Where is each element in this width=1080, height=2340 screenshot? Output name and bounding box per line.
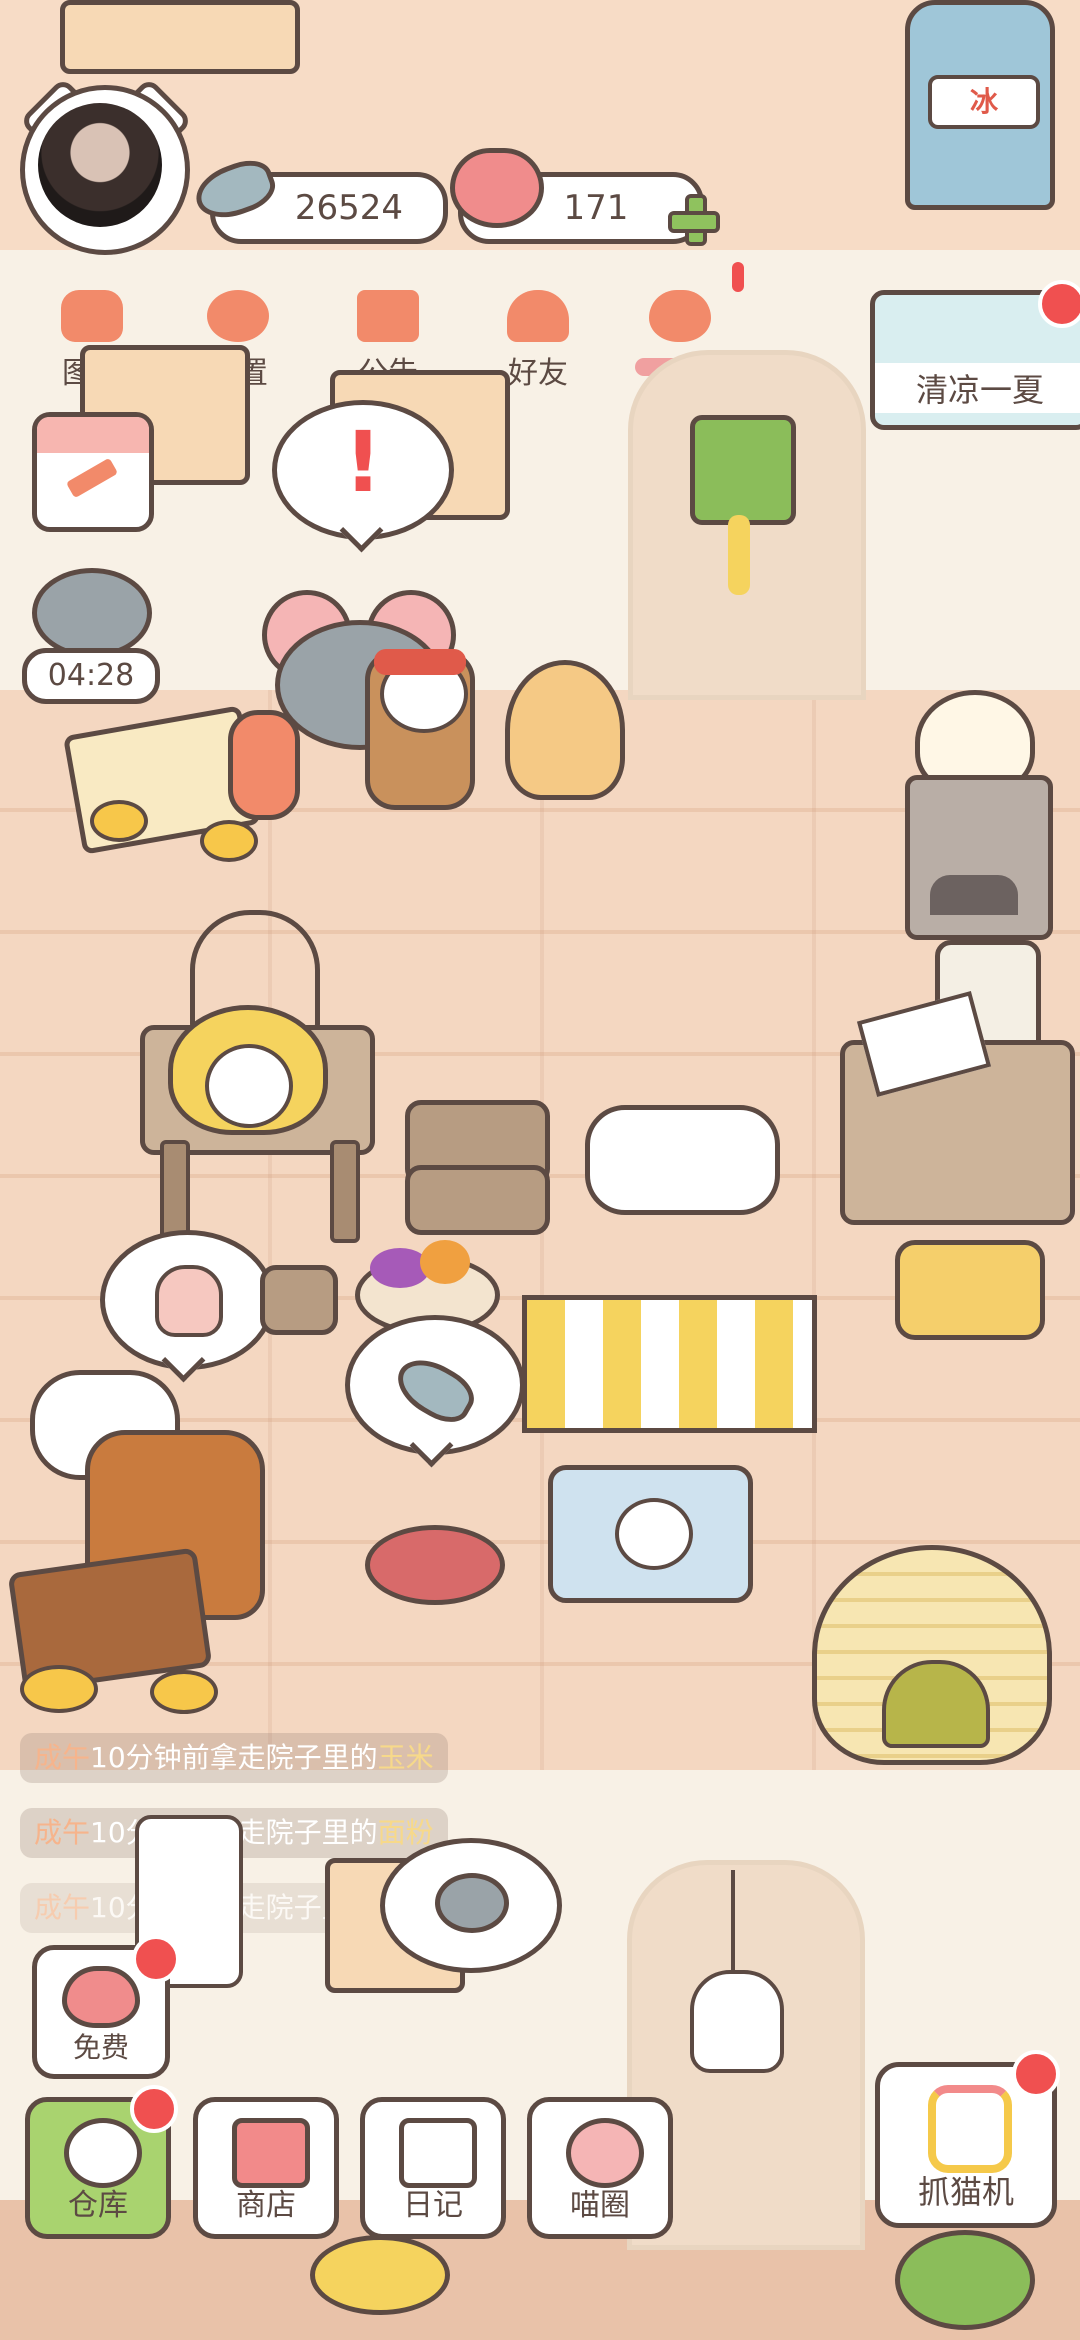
hand-icon xyxy=(155,1265,223,1337)
orange xyxy=(420,1240,470,1284)
menu-alert-mark xyxy=(732,262,744,292)
diary-icon xyxy=(399,2118,477,2188)
plus-icon[interactable] xyxy=(668,194,720,246)
pirate-bandana xyxy=(374,649,466,675)
cloud-icon xyxy=(615,1498,693,1570)
wooden-chair-seat[interactable] xyxy=(405,1165,550,1235)
cat-circle-button[interactable]: 喵圈 xyxy=(527,2097,673,2239)
avatar[interactable] xyxy=(38,103,162,227)
clock-cat[interactable] xyxy=(168,1005,328,1135)
ice-sign: 冰 xyxy=(928,75,1040,129)
gold-coins xyxy=(90,800,148,842)
message-player: 成午 xyxy=(34,1891,91,1924)
warehouse-label: 仓库 xyxy=(68,2188,128,2223)
hanging-charm[interactable] xyxy=(690,415,796,525)
stool xyxy=(260,1265,338,1335)
desk-leg xyxy=(330,1140,360,1243)
desk-leg xyxy=(160,1140,190,1243)
diary-label: 日记 xyxy=(403,2188,463,2223)
cat-house-door xyxy=(882,1660,990,1748)
stove-opening xyxy=(930,875,1018,915)
ghost-string xyxy=(731,1870,735,1980)
pirate-barrel[interactable] xyxy=(365,649,475,810)
fish-icon xyxy=(387,1348,483,1432)
food-bowl[interactable] xyxy=(365,1525,505,1605)
free-label: 免费 xyxy=(72,2031,129,2064)
ghost-charm xyxy=(690,1970,784,2073)
shop-icon xyxy=(232,2118,310,2188)
wall-frame-top xyxy=(60,0,300,74)
gold-coins xyxy=(150,1670,218,1714)
mouse-icon xyxy=(435,1873,509,1933)
catalog-icon xyxy=(61,290,123,342)
message-text: 10分钟前拿走院子里的 xyxy=(90,1741,378,1774)
cloud-mat[interactable] xyxy=(548,1465,753,1603)
fish-count: 26524 xyxy=(294,188,404,228)
message-item: 玉米 xyxy=(377,1741,434,1774)
event-badge xyxy=(1038,280,1080,328)
cat-house[interactable] xyxy=(812,1545,1052,1765)
gear-icon xyxy=(207,290,269,342)
shaved-ice-stand[interactable]: 冰 xyxy=(905,0,1055,210)
white-cat[interactable] xyxy=(585,1105,780,1215)
friends-icon xyxy=(507,290,569,342)
event-label: 清凉一夏 xyxy=(875,363,1080,413)
flower-bush xyxy=(895,2230,1035,2330)
message-item: 面粉 xyxy=(377,1816,434,1849)
warehouse-badge xyxy=(130,2085,178,2133)
gift-icon xyxy=(357,290,419,342)
macaron-tower[interactable] xyxy=(505,660,625,800)
pencil-icon xyxy=(65,457,119,499)
oil-lantern[interactable] xyxy=(228,710,300,820)
yellow-cushion xyxy=(310,2235,450,2315)
message-player: 成午 xyxy=(34,1741,91,1774)
calendar-button[interactable] xyxy=(32,412,154,532)
heart-count: 171 xyxy=(563,188,629,228)
warehouse-icon xyxy=(64,2118,142,2188)
mouse-bubble[interactable] xyxy=(380,1838,562,1973)
cat-circle-label: 喵圈 xyxy=(570,2188,630,2223)
side-cabinet[interactable] xyxy=(840,991,1075,1225)
exclamation-icon: ! xyxy=(343,413,383,511)
gold-coins xyxy=(200,820,258,862)
diary-button[interactable]: 日记 xyxy=(360,2097,506,2239)
claw-machine-label: 抓猫机 xyxy=(917,2173,1014,2211)
claw-icon xyxy=(928,2085,1012,2173)
telephone[interactable] xyxy=(895,1240,1045,1340)
stove[interactable] xyxy=(905,775,1053,940)
mouse-timer[interactable]: 04:28 xyxy=(22,568,162,704)
shop-button[interactable]: 商店 xyxy=(193,2097,339,2239)
striped-rug[interactable] xyxy=(522,1295,817,1433)
shop-label: 商店 xyxy=(236,2188,296,2223)
message-player: 成午 xyxy=(34,1816,91,1849)
claw-machine-badge xyxy=(1012,2050,1060,2098)
gold-coins xyxy=(20,1665,98,1713)
clock-face-icon xyxy=(205,1044,293,1128)
timer-label: 04:28 xyxy=(22,648,160,704)
heart-icon xyxy=(62,1966,140,2028)
free-badge xyxy=(132,1935,180,1983)
activity-message: 成午10分钟前拿走院子里的玉米 xyxy=(20,1733,448,1783)
broken-heart-icon xyxy=(649,290,711,342)
planet-cat-icon xyxy=(566,2118,644,2188)
mouse-head-icon xyxy=(32,568,152,658)
heart-icon xyxy=(450,148,544,228)
charm-tassel xyxy=(728,515,750,595)
